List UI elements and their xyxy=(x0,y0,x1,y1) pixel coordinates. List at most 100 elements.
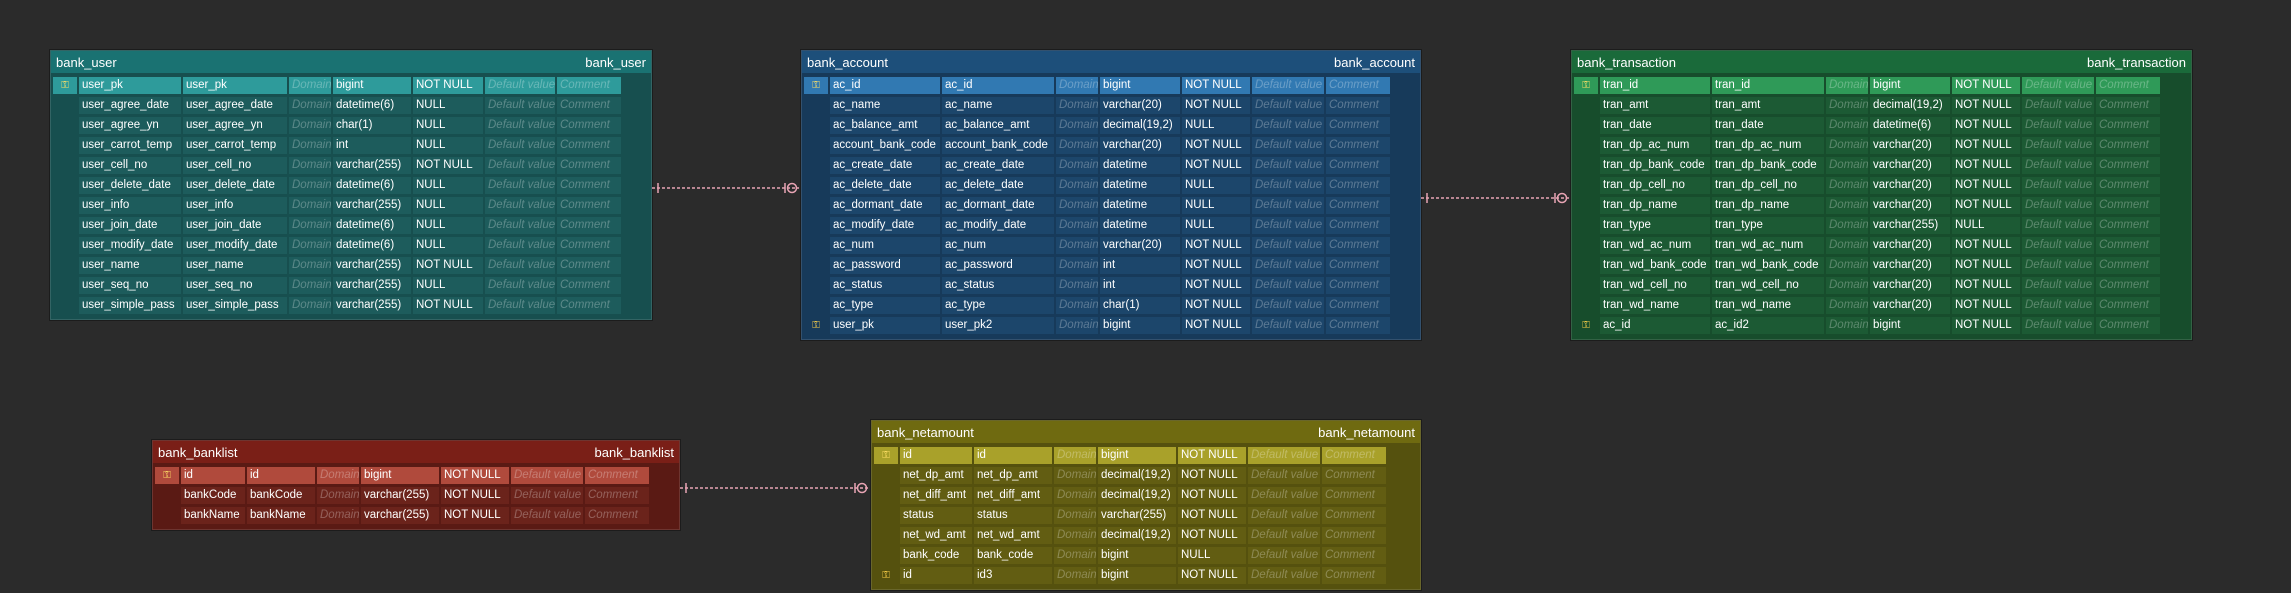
column-default-value[interactable]: Default value xyxy=(1248,566,1320,584)
column-name[interactable]: ac_id xyxy=(1600,316,1710,334)
column-nullability[interactable]: NOT NULL xyxy=(413,256,483,274)
column-type[interactable]: datetime(6) xyxy=(333,176,411,194)
column-type[interactable]: varchar(20) xyxy=(1870,156,1950,174)
column-comment[interactable]: Comment xyxy=(585,506,649,524)
entity-header[interactable]: bank_netamount bank_netamount xyxy=(872,421,1420,443)
column-domain[interactable]: Domain xyxy=(317,506,359,524)
column-logical-name[interactable]: user_delete_date xyxy=(183,176,287,194)
column-comment[interactable]: Comment xyxy=(2096,256,2160,274)
column-default-value[interactable]: Default value xyxy=(1252,256,1324,274)
column-name[interactable]: user_pk xyxy=(79,76,181,94)
column-domain[interactable]: Domain xyxy=(289,296,331,314)
column-name[interactable]: user_agree_yn xyxy=(79,116,181,134)
column-nullability[interactable]: NOT NULL xyxy=(1952,236,2020,254)
column-domain[interactable]: Domain xyxy=(289,76,331,94)
column-domain[interactable]: Domain xyxy=(289,136,331,154)
column-domain[interactable]: Domain xyxy=(1056,196,1098,214)
column-logical-name[interactable]: id xyxy=(247,466,315,484)
column-domain[interactable]: Domain xyxy=(1826,116,1868,134)
column-default-value[interactable]: Default value xyxy=(2022,236,2094,254)
column-comment[interactable]: Comment xyxy=(1322,526,1386,544)
column-comment[interactable]: Comment xyxy=(557,176,621,194)
column-comment[interactable]: Comment xyxy=(1326,276,1390,294)
column-type[interactable]: char(1) xyxy=(333,116,411,134)
column-row[interactable]: user_seq_no user_seq_no Domain varchar(255)… xyxy=(53,275,647,295)
column-comment[interactable]: Comment xyxy=(2096,216,2160,234)
column-row[interactable]: ac_num ac_num Domain varchar(20) NOT NULL Def… xyxy=(804,235,1416,255)
column-logical-name[interactable]: ac_modify_date xyxy=(942,216,1054,234)
column-comment[interactable]: Comment xyxy=(1322,506,1386,524)
column-type[interactable]: decimal(19,2) xyxy=(1100,116,1180,134)
column-logical-name[interactable]: tran_dp_ac_num xyxy=(1712,136,1824,154)
column-nullability[interactable]: NULL xyxy=(413,216,483,234)
column-nullability[interactable]: NULL xyxy=(413,236,483,254)
column-type[interactable]: datetime(6) xyxy=(333,236,411,254)
column-row[interactable]: tran_wd_cell_no tran_wd_cell_no Domain varc… xyxy=(1574,275,2187,295)
column-comment[interactable]: Comment xyxy=(2096,96,2160,114)
column-type[interactable]: datetime xyxy=(1100,216,1180,234)
column-comment[interactable]: Comment xyxy=(1326,116,1390,134)
column-default-value[interactable]: Default value xyxy=(1252,276,1324,294)
column-logical-name[interactable]: bankCode xyxy=(247,486,315,504)
column-comment[interactable]: Comment xyxy=(1326,76,1390,94)
column-row[interactable]: ac_type ac_type Domain char(1) NOT NULL Defau… xyxy=(804,295,1416,315)
column-row[interactable]: user_name user_name Domain varchar(255) NOT … xyxy=(53,255,647,275)
column-name[interactable]: user_delete_date xyxy=(79,176,181,194)
column-type[interactable]: datetime xyxy=(1100,196,1180,214)
column-default-value[interactable]: Default value xyxy=(1252,136,1324,154)
column-domain[interactable]: Domain xyxy=(289,176,331,194)
column-name[interactable]: user_simple_pass xyxy=(79,296,181,314)
column-domain[interactable]: Domain xyxy=(1056,276,1098,294)
column-domain[interactable]: Domain xyxy=(1826,136,1868,154)
column-comment[interactable]: Comment xyxy=(557,296,621,314)
column-name[interactable]: tran_wd_cell_no xyxy=(1600,276,1710,294)
column-logical-name[interactable]: user_carrot_temp xyxy=(183,136,287,154)
column-row[interactable]: ⚿ ac_id ac_id Domain bigint NOT NULL Default v… xyxy=(804,75,1416,95)
column-comment[interactable]: Comment xyxy=(585,466,649,484)
column-default-value[interactable]: Default value xyxy=(1248,466,1320,484)
column-row[interactable]: tran_amt tran_amt Domain decimal(19,2) NOT N… xyxy=(1574,95,2187,115)
column-row[interactable]: user_cell_no user_cell_no Domain varchar(25… xyxy=(53,155,647,175)
column-domain[interactable]: Domain xyxy=(1056,216,1098,234)
column-name[interactable]: ac_num xyxy=(830,236,940,254)
column-row[interactable]: status status Domain varchar(255) NOT NULL De… xyxy=(874,505,1416,525)
column-domain[interactable]: Domain xyxy=(1826,236,1868,254)
column-logical-name[interactable]: bankName xyxy=(247,506,315,524)
entity-header[interactable]: bank_user bank_user xyxy=(51,51,651,73)
column-nullability[interactable]: NOT NULL xyxy=(1952,296,2020,314)
column-default-value[interactable]: Default value xyxy=(2022,296,2094,314)
column-type[interactable]: decimal(19,2) xyxy=(1098,526,1176,544)
column-comment[interactable]: Comment xyxy=(2096,156,2160,174)
column-default-value[interactable]: Default value xyxy=(485,276,555,294)
column-nullability[interactable]: NOT NULL xyxy=(413,296,483,314)
column-comment[interactable]: Comment xyxy=(585,486,649,504)
column-comment[interactable]: Comment xyxy=(1322,466,1386,484)
column-logical-name[interactable]: tran_wd_name xyxy=(1712,296,1824,314)
column-name[interactable]: tran_dp_name xyxy=(1600,196,1710,214)
entity-header[interactable]: bank_banklist bank_banklist xyxy=(153,441,679,463)
column-nullability[interactable]: NOT NULL xyxy=(1952,276,2020,294)
column-type[interactable]: varchar(20) xyxy=(1870,136,1950,154)
column-type[interactable]: varchar(20) xyxy=(1870,296,1950,314)
column-comment[interactable]: Comment xyxy=(2096,136,2160,154)
column-nullability[interactable]: NOT NULL xyxy=(1952,256,2020,274)
column-logical-name[interactable]: ac_delete_date xyxy=(942,176,1054,194)
column-name[interactable]: user_seq_no xyxy=(79,276,181,294)
column-comment[interactable]: Comment xyxy=(1326,256,1390,274)
column-row[interactable]: tran_wd_ac_num tran_wd_ac_num Domain varcha… xyxy=(1574,235,2187,255)
column-nullability[interactable]: NOT NULL xyxy=(1182,296,1250,314)
column-nullability[interactable]: NULL xyxy=(413,136,483,154)
column-row[interactable]: tran_wd_bank_code tran_wd_bank_code Domain… xyxy=(1574,255,2187,275)
column-type[interactable]: varchar(20) xyxy=(1100,136,1180,154)
column-domain[interactable]: Domain xyxy=(289,196,331,214)
column-row[interactable]: bankCode bankCode Domain varchar(255) NOT NU… xyxy=(155,485,675,505)
column-default-value[interactable]: Default value xyxy=(1252,116,1324,134)
column-name[interactable]: tran_date xyxy=(1600,116,1710,134)
column-nullability[interactable]: NULL xyxy=(413,196,483,214)
column-type[interactable]: varchar(255) xyxy=(333,196,411,214)
column-comment[interactable]: Comment xyxy=(557,156,621,174)
column-name[interactable]: user_modify_date xyxy=(79,236,181,254)
column-type[interactable]: int xyxy=(1100,276,1180,294)
column-type[interactable]: varchar(255) xyxy=(333,256,411,274)
column-logical-name[interactable]: ac_status xyxy=(942,276,1054,294)
